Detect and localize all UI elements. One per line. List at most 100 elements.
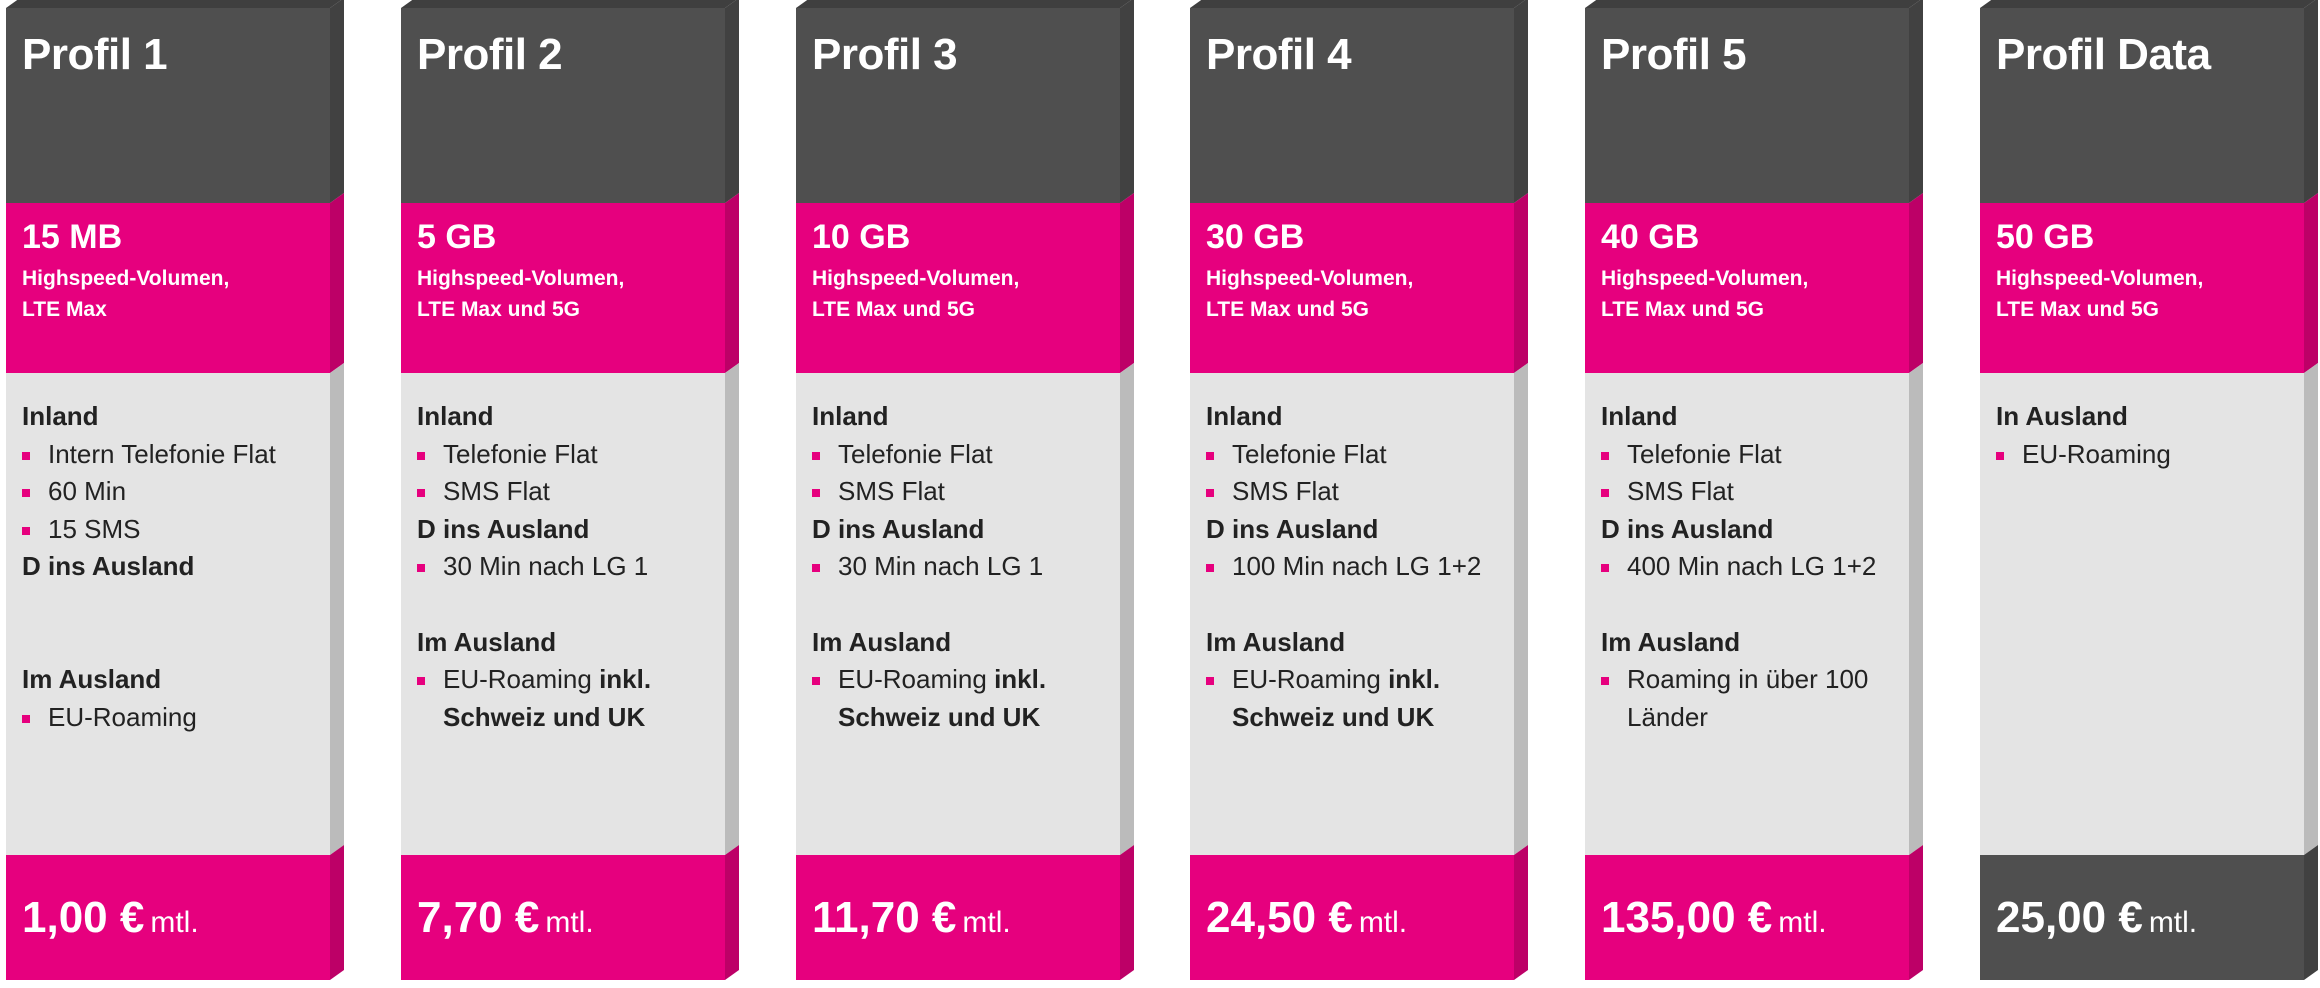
square-bullet-icon bbox=[22, 489, 30, 498]
card-side-edge-3 bbox=[1514, 363, 1528, 855]
volume-desc-line-1: Highspeed-Volumen, bbox=[22, 267, 230, 290]
feature-heading: Im Ausland bbox=[22, 664, 162, 695]
feature-item-text: 30 Min nach LG 1 bbox=[838, 551, 1044, 582]
price: 24,50 € mtl. bbox=[1206, 893, 1407, 943]
feature-heading: Im Ausland bbox=[417, 626, 557, 657]
volume-description: Highspeed-Volumen, LTE Max und 5G bbox=[1601, 263, 1808, 325]
card-side-edge-4 bbox=[1514, 845, 1528, 980]
card-side-edge-4 bbox=[1120, 845, 1134, 980]
volume-section: 15 MB Highspeed-Volumen, LTE Max bbox=[6, 203, 330, 373]
volume-section: 30 GB Highspeed-Volumen, LTE Max und 5G bbox=[1190, 203, 1514, 373]
price: 25,00 € mtl. bbox=[1996, 893, 2197, 943]
feature-list: Inland Telefonie Flat SMS Flat D ins Auslan… bbox=[1206, 398, 1506, 736]
feature-item-text: SMS Flat bbox=[1232, 476, 1339, 507]
card-top-edge bbox=[401, 0, 737, 8]
price-unit: mtl. bbox=[962, 906, 1011, 939]
card-side-edge-2 bbox=[2304, 193, 2318, 373]
profile-header: Profil Data bbox=[1980, 8, 2304, 203]
features-section: In Ausland EU-Roaming bbox=[1980, 373, 2304, 855]
volume-amount: 15 MB bbox=[22, 218, 123, 256]
feature-heading: D ins Ausland bbox=[1206, 513, 1379, 544]
profile-card-3: Profil 3 10 GB Highspeed-Volumen, LTE Max u… bbox=[796, 0, 1162, 980]
features-section: Inland Telefonie Flat SMS Flat D ins Auslan… bbox=[401, 373, 725, 855]
profile-title: Profil 3 bbox=[812, 30, 958, 79]
feature-item: SMS Flat bbox=[1206, 473, 1506, 511]
profile-header: Profil 2 bbox=[401, 8, 725, 203]
volume-amount: 30 GB bbox=[1206, 218, 1305, 256]
price-amount: 24,50 € bbox=[1206, 893, 1353, 942]
volume-amount: 5 GB bbox=[417, 218, 497, 256]
feature-item-text: Roaming in über 100 Länder bbox=[1627, 664, 1869, 732]
volume-description: Highspeed-Volumen, LTE Max und 5G bbox=[417, 263, 624, 325]
feature-item: EU-Roaming bbox=[1996, 436, 2296, 474]
card-side-edge-3 bbox=[1120, 363, 1134, 855]
price-section: 11,70 € mtl. bbox=[796, 855, 1120, 980]
square-bullet-icon bbox=[417, 489, 425, 498]
square-bullet-icon bbox=[1206, 489, 1214, 498]
square-bullet-icon bbox=[22, 526, 30, 535]
volume-desc-line-1: Highspeed-Volumen, bbox=[417, 267, 625, 290]
feature-heading: D ins Ausland bbox=[417, 513, 590, 544]
feature-list: Inland Telefonie Flat SMS Flat D ins Auslan… bbox=[417, 398, 717, 736]
volume-desc-line-1: Highspeed-Volumen, bbox=[1206, 267, 1414, 290]
feature-item-text: EU-Roaming bbox=[48, 701, 197, 732]
price: 11,70 € mtl. bbox=[812, 893, 1011, 943]
feature-heading: Im Ausland bbox=[1206, 626, 1346, 657]
feature-item-text: Telefonie Flat bbox=[1627, 438, 1782, 469]
price-unit: mtl. bbox=[545, 906, 594, 939]
square-bullet-icon bbox=[417, 564, 425, 573]
card-side-edge-2 bbox=[330, 193, 344, 373]
feature-spacer bbox=[1206, 586, 1506, 624]
feature-item: 30 Min nach LG 1 bbox=[417, 548, 717, 586]
feature-item-text: 400 Min nach LG 1+2 bbox=[1627, 551, 1877, 582]
card-side-edge-3 bbox=[1909, 363, 1923, 855]
square-bullet-icon bbox=[812, 451, 820, 460]
feature-item-text: 15 SMS bbox=[48, 513, 141, 544]
price: 7,70 € mtl. bbox=[417, 893, 594, 943]
feature-list: Inland Intern Telefonie Flat 60 Min 15 SMS D… bbox=[22, 398, 322, 736]
price-unit: mtl. bbox=[2148, 906, 2198, 939]
price-section: 25,00 € mtl. bbox=[1980, 855, 2304, 980]
card-top-edge bbox=[6, 0, 342, 8]
volume-desc-line-1: Highspeed-Volumen, bbox=[1996, 267, 2204, 290]
square-bullet-icon bbox=[417, 677, 425, 686]
feature-heading: D ins Ausland bbox=[1601, 513, 1774, 544]
feature-spacer bbox=[417, 586, 717, 624]
price-section: 1,00 € mtl. bbox=[6, 855, 330, 980]
feature-item-text: 60 Min bbox=[48, 476, 127, 507]
feature-heading: Inland bbox=[1206, 401, 1283, 431]
card-side-edge-4 bbox=[2304, 845, 2318, 980]
volume-desc-line-2: LTE Max und 5G bbox=[1996, 298, 2159, 321]
card-side-edge-2 bbox=[1120, 193, 1134, 373]
square-bullet-icon bbox=[22, 714, 30, 723]
feature-item-text: EU-Roaming bbox=[2022, 438, 2171, 469]
square-bullet-icon bbox=[1206, 677, 1214, 686]
card-side-edge-1 bbox=[2304, 0, 2318, 203]
volume-amount: 40 GB bbox=[1601, 218, 1700, 256]
volume-section: 10 GB Highspeed-Volumen, LTE Max und 5G bbox=[796, 203, 1120, 373]
volume-desc-line-2: LTE Max und 5G bbox=[1206, 298, 1369, 321]
features-section: Inland Telefonie Flat SMS Flat D ins Auslan… bbox=[1190, 373, 1514, 855]
volume-amount: 10 GB bbox=[812, 218, 911, 256]
profile-header: Profil 4 bbox=[1190, 8, 1514, 203]
volume-description: Highspeed-Volumen, LTE Max und 5G bbox=[1996, 263, 2203, 325]
volume-desc-line-2: LTE Max und 5G bbox=[812, 298, 975, 321]
price-amount: 1,00 € bbox=[22, 893, 145, 942]
feature-item: Telefonie Flat bbox=[1206, 436, 1506, 474]
price-section: 135,00 € mtl. bbox=[1585, 855, 1909, 980]
volume-desc-line-2: LTE Max und 5G bbox=[417, 298, 580, 321]
feature-item-text: SMS Flat bbox=[443, 476, 550, 507]
card-side-edge-1 bbox=[1909, 0, 1923, 203]
square-bullet-icon bbox=[1601, 564, 1609, 573]
card-side-edge-2 bbox=[725, 193, 739, 373]
price-unit: mtl. bbox=[1358, 906, 1408, 939]
feature-item: Roaming in über 100 Länder bbox=[1601, 661, 1901, 736]
feature-item: SMS Flat bbox=[812, 473, 1112, 511]
feature-spacer bbox=[1601, 586, 1901, 624]
feature-spacer bbox=[812, 586, 1112, 624]
features-section: Inland Intern Telefonie Flat 60 Min 15 SMS D… bbox=[6, 373, 330, 855]
card-side-edge-1 bbox=[330, 0, 344, 203]
square-bullet-icon bbox=[812, 677, 820, 686]
card-side-edge-1 bbox=[1514, 0, 1528, 203]
profile-card-1: Profil 1 15 MB Highspeed-Volumen, LTE Max In… bbox=[6, 0, 372, 980]
